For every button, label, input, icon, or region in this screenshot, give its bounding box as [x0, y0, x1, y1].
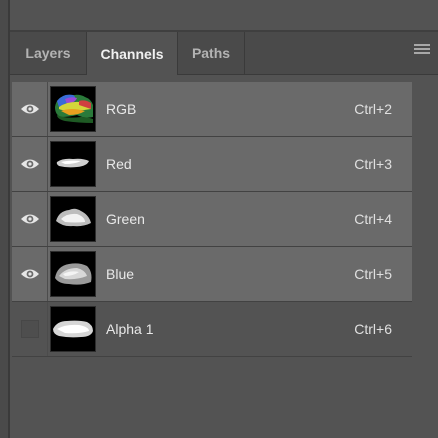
channel-name: RGB: [106, 101, 137, 117]
channel-shortcut: Ctrl+4: [354, 211, 392, 227]
hamburger-menu-icon[interactable]: [414, 44, 430, 60]
channel-name: Red: [106, 156, 132, 172]
tab-layers[interactable]: Layers: [10, 32, 86, 74]
menu-line: [414, 44, 430, 46]
menu-line: [414, 52, 430, 54]
top-strip: [0, 0, 438, 32]
channel-shortcut: Ctrl+5: [354, 266, 392, 282]
channel-row-alpha-1[interactable]: Alpha 1 Ctrl+6: [12, 302, 412, 357]
panel-scroll-area: [412, 82, 438, 438]
visibility-toggle[interactable]: [12, 192, 48, 246]
channel-name: Green: [106, 211, 145, 227]
green-thumbnail-image: [51, 197, 95, 241]
channel-row-rgb[interactable]: RGB Ctrl+2: [12, 82, 412, 137]
menu-line: [414, 48, 430, 50]
visibility-toggle[interactable]: [12, 137, 48, 191]
eye-icon: [20, 159, 39, 169]
channel-thumbnail: [50, 86, 96, 132]
tab-channels[interactable]: Channels: [87, 32, 177, 75]
eye-icon: [20, 214, 39, 224]
channel-name: Alpha 1: [106, 321, 154, 337]
channel-name: Blue: [106, 266, 135, 282]
channels-panel: Layers Channels Paths RGB Ctrl+2 Red Ctr…: [0, 0, 438, 438]
channel-row-red[interactable]: Red Ctrl+3: [12, 137, 412, 192]
rgb-thumbnail-image: [51, 87, 95, 131]
eye-icon: [20, 269, 39, 279]
alpha-thumbnail-image: [51, 307, 95, 351]
channel-thumbnail: [50, 251, 96, 297]
channel-shortcut: Ctrl+2: [354, 101, 392, 117]
panel-tab-bar: Layers Channels Paths: [10, 32, 438, 75]
channel-list: RGB Ctrl+2 Red Ctrl+3 Green Ctrl+4 Blue …: [12, 82, 412, 357]
blue-thumbnail-image: [51, 252, 95, 296]
visibility-toggle[interactable]: [12, 82, 48, 136]
red-thumbnail-image: [51, 142, 95, 186]
channel-thumbnail: [50, 196, 96, 242]
channel-row-blue[interactable]: Blue Ctrl+5: [12, 247, 412, 302]
visibility-toggle[interactable]: [12, 302, 48, 356]
visibility-toggle[interactable]: [12, 247, 48, 301]
channel-thumbnail: [50, 306, 96, 352]
channel-row-green[interactable]: Green Ctrl+4: [12, 192, 412, 247]
visibility-empty-box: [20, 320, 39, 338]
tab-paths[interactable]: Paths: [178, 32, 244, 74]
tab-separator: [244, 32, 245, 74]
channel-thumbnail: [50, 141, 96, 187]
channel-shortcut: Ctrl+6: [354, 321, 392, 337]
channel-shortcut: Ctrl+3: [354, 156, 392, 172]
eye-icon: [20, 104, 39, 114]
